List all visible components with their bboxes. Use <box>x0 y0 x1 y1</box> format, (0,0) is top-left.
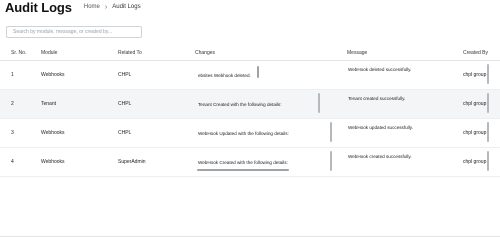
search-input[interactable] <box>6 26 142 38</box>
column-header-changes: Changes <box>195 50 216 56</box>
cell-module: Webhooks <box>41 159 65 165</box>
footer-divider <box>0 236 500 237</box>
table-header-row: Sr. No. Module Related To Changes Messag… <box>0 46 500 61</box>
audit-log-table: Sr. No. Module Related To Changes Messag… <box>0 46 500 177</box>
column-header-message: Message <box>347 50 368 56</box>
message-scroll-area[interactable]: WebHook deleted successfully. <box>345 66 443 85</box>
page-header: Audit Logs Home › Audit Logs <box>5 0 141 15</box>
cell-created-by: chpl group <box>463 130 487 136</box>
message-scrollbar[interactable] <box>487 122 489 142</box>
changes-horizontal-scrollbar[interactable] <box>197 169 289 171</box>
cell-related-to: CHPL <box>118 72 132 78</box>
cell-message: WebHook created successfully. <box>348 154 412 159</box>
page-title: Audit Logs <box>5 0 72 15</box>
cell-message: WebHook updated successfully. <box>348 125 413 130</box>
cell-created-by: chpl group <box>463 72 487 78</box>
cell-related-to: SuperAdmin <box>118 159 146 165</box>
table-row: 1 Webhooks CHPL ebsites Webhook deleted.… <box>0 61 500 90</box>
breadcrumb-home-link[interactable]: Home <box>84 4 100 10</box>
cell-changes: ebsites Webhook deleted. <box>198 73 251 78</box>
cell-message: WebHook deleted successfully. <box>348 67 412 72</box>
column-header-module: Module <box>41 50 58 56</box>
cell-sr-no: 3 <box>11 130 14 136</box>
cell-module: Webhooks <box>41 130 65 136</box>
cell-message: Tenant created successfully. <box>348 96 406 101</box>
column-header-created-by: Created By <box>463 50 489 56</box>
cell-module: Webhooks <box>41 72 65 78</box>
changes-scroll-area[interactable]: WebHook Updated with the following detai… <box>195 124 333 143</box>
table-row: 2 Tenant CHPL Tenant Created with the fo… <box>0 90 500 119</box>
message-scroll-area[interactable]: Tenant created successfully. <box>345 95 443 114</box>
message-scroll-area[interactable]: WebHook updated successfully. <box>345 124 443 143</box>
changes-scroll-area[interactable]: WebHook Created with the following detai… <box>195 153 325 172</box>
changes-scrollbar[interactable] <box>330 151 332 171</box>
changes-scrollbar[interactable] <box>330 122 332 142</box>
cell-changes: WebHook Updated with the following detai… <box>198 131 289 136</box>
cell-sr-no: 2 <box>11 101 14 107</box>
table-row: 3 Webhooks CHPL WebHook Updated with the… <box>0 119 500 148</box>
chevron-right-icon: › <box>104 3 108 11</box>
message-scrollbar[interactable] <box>487 64 489 84</box>
cell-sr-no: 1 <box>11 72 14 78</box>
message-scroll-area[interactable]: WebHook created successfully. <box>345 153 443 172</box>
cell-sr-no: 4 <box>11 159 14 165</box>
message-scrollbar[interactable] <box>487 93 489 113</box>
changes-scroll-area[interactable]: Tenant Created with the following detail… <box>195 95 315 114</box>
changes-scrollbar[interactable] <box>257 66 259 78</box>
cell-created-by: chpl group <box>463 159 487 165</box>
breadcrumb-current: Audit Logs <box>112 4 141 10</box>
cell-related-to: CHPL <box>118 130 132 136</box>
cell-changes: Tenant Created with the following detail… <box>198 102 282 107</box>
message-scrollbar[interactable] <box>487 151 489 171</box>
column-header-related-to: Related To <box>118 50 142 56</box>
cell-related-to: CHPL <box>118 101 132 107</box>
table-row: 4 Webhooks SuperAdmin WebHook Created wi… <box>0 148 500 177</box>
column-header-sr-no: Sr. No. <box>11 50 27 56</box>
cell-module: Tenant <box>41 101 57 107</box>
cell-changes: WebHook Created with the following detai… <box>198 160 288 165</box>
breadcrumb: Home › Audit Logs <box>84 4 141 11</box>
cell-created-by: chpl group <box>463 101 487 107</box>
changes-scrollbar[interactable] <box>318 93 320 113</box>
changes-scroll-area[interactable]: ebsites Webhook deleted. <box>195 66 261 85</box>
